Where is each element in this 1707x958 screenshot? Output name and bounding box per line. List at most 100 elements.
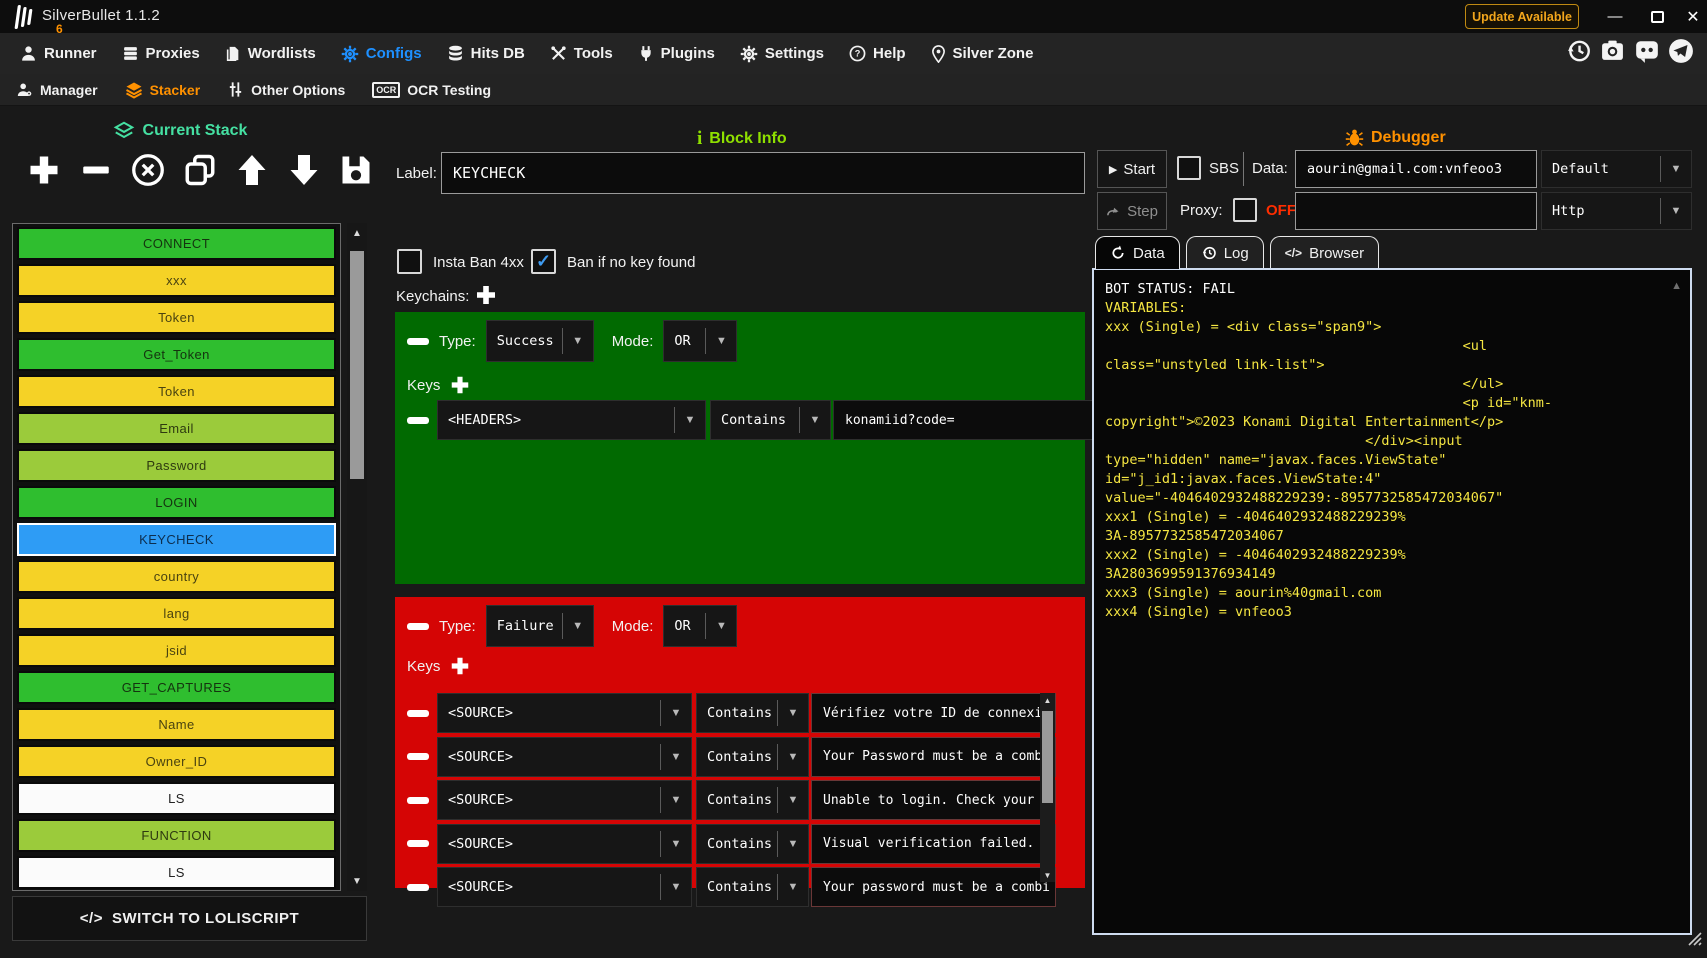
update-available-button[interactable]: Update Available: [1465, 4, 1579, 29]
subnav-item-stacker[interactable]: Stacker: [125, 81, 201, 99]
stack-block[interactable]: LOGIN: [17, 486, 336, 519]
insta-ban-checkbox[interactable]: [397, 249, 422, 274]
keychain-type-dropdown[interactable]: Failure ▼: [486, 605, 594, 647]
close-button[interactable]: ✕: [1678, 0, 1707, 33]
nav-item-hits-db[interactable]: Hits DB: [447, 45, 525, 62]
discord-icon[interactable]: [1633, 37, 1660, 64]
wordlist-type-dropdown[interactable]: Default▼: [1541, 150, 1692, 188]
clear-stack-button[interactable]: [128, 150, 168, 190]
nav-item-wordlists[interactable]: Wordlists: [225, 45, 316, 62]
screenshot-icon[interactable]: [1599, 37, 1626, 64]
stack-block[interactable]: FUNCTION: [17, 819, 336, 852]
nav-item-plugins[interactable]: Plugins: [638, 45, 715, 62]
key-source-dropdown[interactable]: <SOURCE>▼: [437, 867, 692, 907]
start-button[interactable]: ▶ Start: [1097, 150, 1167, 188]
key-value-input[interactable]: Your password must be a combi: [811, 867, 1056, 907]
stack-block[interactable]: Name: [17, 708, 336, 741]
stack-block[interactable]: CONNECT: [17, 227, 336, 260]
tab-data[interactable]: Data: [1095, 236, 1180, 269]
subnav-item-other-options[interactable]: Other Options: [227, 81, 345, 98]
nav-item-settings[interactable]: Settings: [740, 45, 824, 63]
key-condition-dropdown[interactable]: Contains▼: [696, 824, 809, 864]
nav-item-configs[interactable]: Configs: [341, 45, 422, 63]
remove-key-button[interactable]: [407, 884, 429, 891]
keychain-mode-dropdown[interactable]: OR ▼: [663, 605, 737, 647]
key-condition-dropdown[interactable]: Contains▼: [696, 867, 809, 907]
proxy-input[interactable]: [1295, 192, 1537, 230]
remove-block-button[interactable]: [76, 150, 116, 190]
key-source-dropdown[interactable]: <SOURCE>▼: [437, 693, 692, 733]
tab-log[interactable]: Log: [1186, 236, 1264, 269]
key-source-dropdown[interactable]: <SOURCE>▼: [437, 737, 692, 777]
subnav-item-ocr-testing[interactable]: OCR OCR Testing: [372, 82, 491, 98]
stack-block[interactable]: GET_CAPTURES: [17, 671, 336, 704]
remove-key-button[interactable]: [407, 797, 429, 804]
stack-block[interactable]: Email: [17, 412, 336, 445]
stack-block[interactable]: Get_Token: [17, 338, 336, 371]
scroll-up-icon[interactable]: ▲: [347, 223, 367, 243]
move-up-button[interactable]: [232, 150, 272, 190]
add-key-button[interactable]: [449, 374, 471, 396]
history-icon[interactable]: [1565, 37, 1592, 64]
stack-scrollbar[interactable]: ▲ ▼: [347, 223, 367, 891]
ban-no-key-checkbox[interactable]: ✓: [531, 249, 556, 274]
save-stack-button[interactable]: [336, 150, 376, 190]
keys-scrollbar[interactable]: ▲ ▼: [1040, 693, 1055, 882]
key-source-dropdown[interactable]: <SOURCE>▼: [437, 824, 692, 864]
nav-item-tools[interactable]: Tools: [550, 45, 613, 62]
key-source-dropdown[interactable]: <HEADERS> ▼: [437, 400, 706, 440]
stack-block-selected[interactable]: KEYCHECK: [17, 523, 336, 556]
key-condition-dropdown[interactable]: Contains ▼: [710, 400, 831, 440]
key-source-dropdown[interactable]: <SOURCE>▼: [437, 780, 692, 820]
sbs-checkbox[interactable]: [1177, 156, 1201, 180]
tab-browser[interactable]: </> Browser: [1270, 236, 1379, 269]
keychain-type-dropdown[interactable]: Success ▼: [486, 320, 594, 362]
remove-key-button[interactable]: [407, 710, 429, 717]
stack-block[interactable]: Token: [17, 375, 336, 408]
telegram-icon[interactable]: [1667, 37, 1694, 64]
stack-block[interactable]: lang: [17, 597, 336, 630]
step-button[interactable]: Step: [1097, 192, 1167, 230]
scroll-up-icon[interactable]: ▲: [1040, 693, 1055, 707]
key-value-input[interactable]: konamiid?code=: [833, 400, 1095, 440]
keychain-mode-dropdown[interactable]: OR ▼: [663, 320, 737, 362]
scroll-down-icon[interactable]: ▼: [347, 871, 367, 891]
nav-item-runner[interactable]: Runner: [20, 45, 97, 62]
scroll-thumb[interactable]: [350, 251, 364, 479]
stack-block[interactable]: Password: [17, 449, 336, 482]
proxy-type-dropdown[interactable]: Http▼: [1541, 192, 1692, 230]
remove-keychain-button[interactable]: [407, 338, 429, 345]
nav-item-silver-zone[interactable]: Silver Zone 6: [931, 45, 1034, 63]
remove-key-button[interactable]: [407, 840, 429, 847]
subnav-item-manager[interactable]: Manager: [16, 82, 98, 98]
block-label-input[interactable]: KEYCHECK: [441, 152, 1085, 194]
minimize-button[interactable]: —: [1600, 0, 1630, 33]
scroll-up-icon[interactable]: ▲: [1671, 280, 1682, 292]
remove-key-button[interactable]: [407, 753, 429, 760]
maximize-button[interactable]: [1642, 0, 1672, 33]
stack-block[interactable]: LS: [17, 782, 336, 815]
scroll-down-icon[interactable]: ▼: [1040, 868, 1055, 882]
add-block-button[interactable]: [24, 150, 64, 190]
debug-console[interactable]: BOT STATUS: FAIL VARIABLES: xxx (Single)…: [1092, 268, 1692, 935]
stack-block[interactable]: LS: [17, 856, 336, 889]
stack-block[interactable]: Owner_ID: [17, 745, 336, 778]
key-condition-dropdown[interactable]: Contains▼: [696, 737, 809, 777]
clone-block-button[interactable]: [180, 150, 220, 190]
scroll-thumb[interactable]: [1042, 711, 1053, 803]
remove-key-button[interactable]: [407, 417, 429, 424]
key-value-input[interactable]: Unable to login. Check your l: [811, 780, 1056, 820]
key-value-input[interactable]: Visual verification failed.: [811, 824, 1056, 864]
debug-data-input[interactable]: aourin@gmail.com:vnfeoo3: [1295, 150, 1537, 188]
stack-block[interactable]: country: [17, 560, 336, 593]
key-condition-dropdown[interactable]: Contains▼: [696, 780, 809, 820]
move-down-button[interactable]: [284, 150, 324, 190]
stack-block[interactable]: Token: [17, 301, 336, 334]
remove-keychain-button[interactable]: [407, 623, 429, 630]
add-keychain-button[interactable]: [474, 283, 498, 307]
switch-to-loliscript-button[interactable]: </> SWITCH TO LOLISCRIPT: [12, 896, 367, 941]
nav-item-help[interactable]: ? Help: [849, 45, 906, 62]
key-condition-dropdown[interactable]: Contains▼: [696, 693, 809, 733]
proxy-checkbox[interactable]: [1233, 198, 1257, 222]
key-value-input[interactable]: Your Password must be a combi: [811, 737, 1056, 777]
